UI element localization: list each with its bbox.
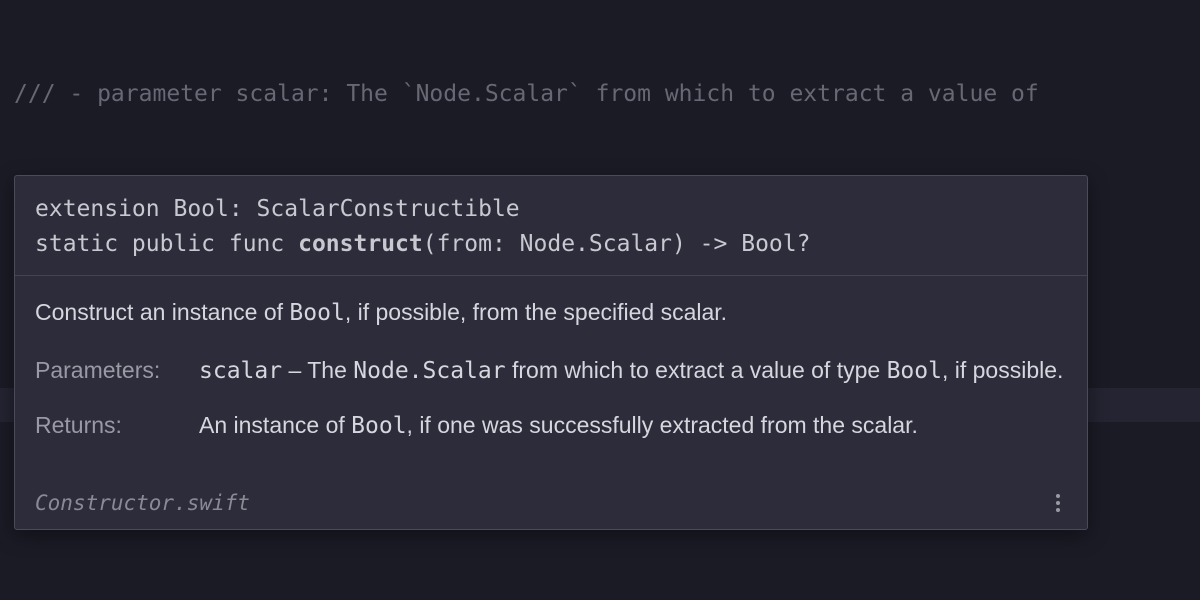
parameters-value: scalar – The Node.Scalar from which to e… xyxy=(199,354,1067,388)
more-icon[interactable] xyxy=(1049,492,1067,514)
popup-signature: extension Bool: ScalarConstructible stat… xyxy=(15,176,1087,276)
source-file-label[interactable]: Constructor.swift xyxy=(35,491,250,515)
doc-returns-row: Returns: An instance of Bool, if one was… xyxy=(35,409,1067,443)
returns-label: Returns: xyxy=(35,409,199,443)
popup-documentation: Construct an instance of Bool, if possib… xyxy=(15,276,1087,481)
doc-parameters-row: Parameters: scalar – The Node.Scalar fro… xyxy=(35,354,1067,388)
quick-help-popup: extension Bool: ScalarConstructible stat… xyxy=(14,175,1088,530)
popup-footer: Constructor.swift xyxy=(15,481,1087,529)
returns-value: An instance of Bool, if one was successf… xyxy=(199,409,1067,443)
doc-summary: Construct an instance of Bool, if possib… xyxy=(35,296,1067,330)
doc-comment-line: /// - parameter scalar: The `Node.Scalar… xyxy=(14,77,1200,112)
signature-context-line: extension Bool: ScalarConstructible xyxy=(35,192,1067,227)
signature-decl-line: static public func construct(from: Node.… xyxy=(35,227,1067,262)
parameters-label: Parameters: xyxy=(35,354,199,388)
